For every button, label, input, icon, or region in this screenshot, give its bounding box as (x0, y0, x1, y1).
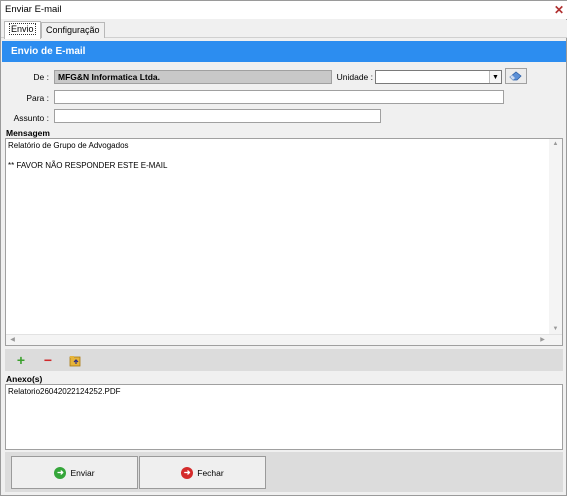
title-bar: Enviar E-mail ✕ (1, 1, 567, 19)
unidade-label: Unidade : (336, 72, 373, 82)
close-icon: ✕ (553, 3, 565, 17)
assunto-label: Assunto : (13, 113, 49, 123)
minus-icon[interactable]: − (41, 353, 55, 367)
tab-envio-label: Envio (9, 23, 36, 35)
tab-bar: Envio Configuração (1, 20, 567, 39)
message-textarea[interactable]: Relatório de Grupo de Advogados ** FAVOR… (5, 138, 563, 346)
mensagem-label: Mensagem (6, 128, 50, 138)
tab-envio[interactable]: Envio (4, 21, 41, 39)
anexos-label: Anexo(s) (6, 374, 43, 384)
vertical-scrollbar[interactable]: ▲ ▼ (549, 139, 562, 345)
para-input[interactable] (54, 90, 504, 104)
list-item[interactable]: Relatorio26042022124252.PDF (8, 387, 121, 396)
close-button[interactable]: ✕ (550, 1, 567, 19)
window-title: Enviar E-mail (5, 4, 62, 15)
email-dialog-window: Enviar E-mail ✕ Envio Configuração Envio… (0, 0, 567, 496)
attachment-toolbar: + − (5, 349, 563, 371)
de-label: De : (33, 72, 49, 82)
unidade-select[interactable]: ▼ (375, 70, 502, 84)
folder-icon[interactable] (68, 353, 82, 367)
message-line: Relatório de Grupo de Advogados (8, 141, 129, 150)
clear-button[interactable] (505, 68, 527, 84)
enviar-button[interactable]: ➜ Enviar (11, 456, 138, 489)
footer-bar: ➜ Enviar ➜ Fechar (5, 452, 563, 492)
assunto-input[interactable] (54, 109, 381, 123)
de-field: MFG&N Informatica Ltda. (54, 70, 332, 84)
arrow-right-icon: ➜ (54, 466, 67, 479)
scroll-up-icon[interactable]: ▲ (549, 141, 562, 147)
plus-icon[interactable]: + (14, 353, 28, 367)
enviar-label: Enviar (70, 467, 95, 478)
scroll-down-icon[interactable]: ▼ (549, 326, 562, 332)
attachments-list[interactable]: Relatorio26042022124252.PDF (5, 384, 563, 450)
tab-configuracao[interactable]: Configuração (41, 22, 105, 38)
scroll-left-icon[interactable]: ◀ (6, 336, 19, 343)
section-header: Envio de E-mail (2, 41, 566, 62)
fechar-button[interactable]: ➜ Fechar (139, 456, 266, 489)
eraser-icon (509, 71, 522, 81)
chevron-down-icon[interactable]: ▼ (489, 71, 501, 83)
horizontal-scrollbar[interactable]: ◀ ▶ (6, 334, 562, 345)
fechar-label: Fechar (197, 467, 224, 478)
para-label: Para : (26, 93, 49, 103)
scroll-right-icon[interactable]: ▶ (536, 336, 549, 343)
exit-icon: ➜ (181, 466, 194, 479)
message-line: ** FAVOR NÃO RESPONDER ESTE E-MAIL (8, 161, 168, 170)
tab-configuracao-label: Configuração (46, 25, 100, 35)
